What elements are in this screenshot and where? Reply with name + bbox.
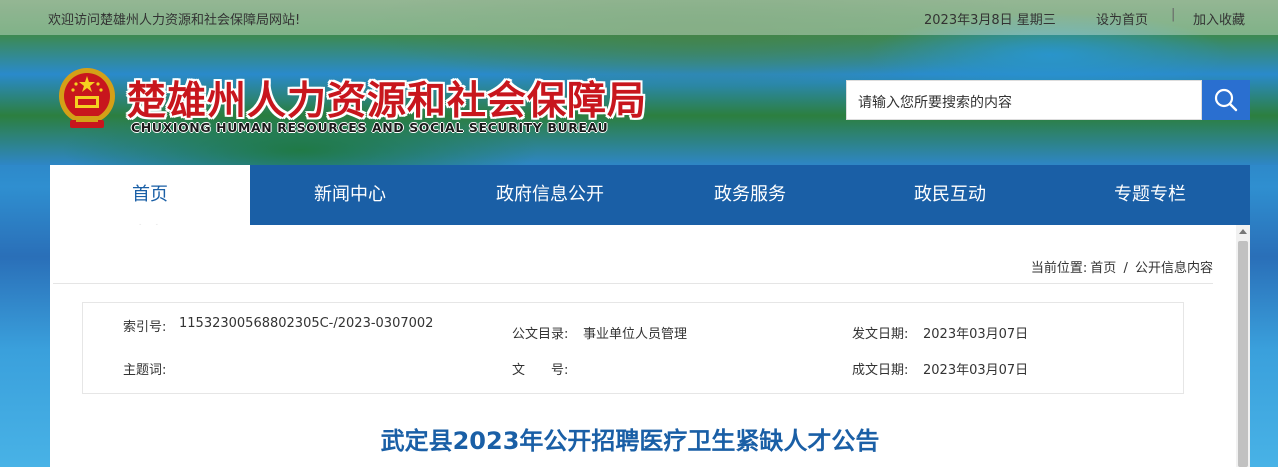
subject-label: 主题词:	[123, 363, 167, 378]
created-date-value: 2023年03月07日	[923, 363, 1029, 378]
set-homepage-link[interactable]: 设为首页	[1096, 9, 1148, 28]
search-input[interactable]: 请输入您所要搜索的内容	[846, 80, 1202, 120]
top-bar: 欢迎访问楚雄州人力资源和社会保障局网站! 2023年3月8日 星期三 设为首页 …	[0, 0, 1278, 35]
nav-item-topics[interactable]: 专题专栏	[1050, 165, 1250, 225]
divider	[53, 283, 1213, 284]
catalog-value: 事业单位人员管理	[583, 327, 688, 342]
main-content: 当前位置: 首页 / 公开信息内容 索引号: 11532300568802305C…	[50, 225, 1250, 467]
breadcrumb-home-link[interactable]: 首页	[1090, 261, 1116, 276]
article-title: 武定县2023年公开招聘医疗卫生紧缺人才公告	[380, 427, 880, 455]
doc-number-label: 文 号:	[512, 363, 569, 378]
main-nav: 首页 新闻中心 政府信息公开 政务服务 政民互动 专题专栏	[50, 165, 1250, 225]
scrollbar[interactable]	[1236, 225, 1250, 467]
breadcrumb-prefix: 当前位置:	[1030, 261, 1088, 276]
search-button[interactable]	[1202, 80, 1250, 120]
breadcrumb-current[interactable]: 公开信息内容	[1135, 261, 1213, 276]
nav-item-gov-info[interactable]: 政府信息公开	[450, 165, 650, 225]
welcome-text: 欢迎访问楚雄州人力资源和社会保障局网站!	[48, 13, 301, 28]
national-emblem-icon	[56, 66, 118, 132]
site-subtitle: CHUXIONG HUMAN RESOURCES AND SOCIAL SECU…	[131, 120, 609, 135]
nav-item-interaction[interactable]: 政民互动	[850, 165, 1050, 225]
scrollbar-thumb[interactable]	[1238, 241, 1248, 467]
document-meta-table: 索引号: 11532300568802305C-/2023-0307002 公文…	[82, 302, 1184, 394]
site-title: 楚雄州人力资源和社会保障局	[127, 78, 648, 124]
nav-item-home[interactable]: 首页	[50, 165, 250, 225]
created-date-label: 成文日期:	[852, 363, 909, 378]
topbar-divider: |	[1171, 7, 1176, 22]
nav-item-news[interactable]: 新闻中心	[250, 165, 450, 225]
search-icon	[1214, 88, 1238, 112]
current-date: 2023年3月8日 星期三	[924, 13, 1056, 28]
breadcrumb: 当前位置: 首页 / 公开信息内容	[1028, 257, 1213, 276]
nav-item-services[interactable]: 政务服务	[650, 165, 850, 225]
breadcrumb-separator: /	[1123, 261, 1128, 276]
issue-date-label: 发文日期:	[852, 327, 909, 342]
add-favorite-link[interactable]: 加入收藏	[1193, 9, 1245, 28]
index-value: 11532300568802305C-/2023-0307002	[179, 316, 434, 331]
index-label: 索引号:	[123, 320, 167, 335]
issue-date-value: 2023年03月07日	[923, 327, 1029, 342]
scroll-up-icon[interactable]	[1239, 229, 1247, 234]
catalog-label: 公文目录:	[512, 327, 569, 342]
